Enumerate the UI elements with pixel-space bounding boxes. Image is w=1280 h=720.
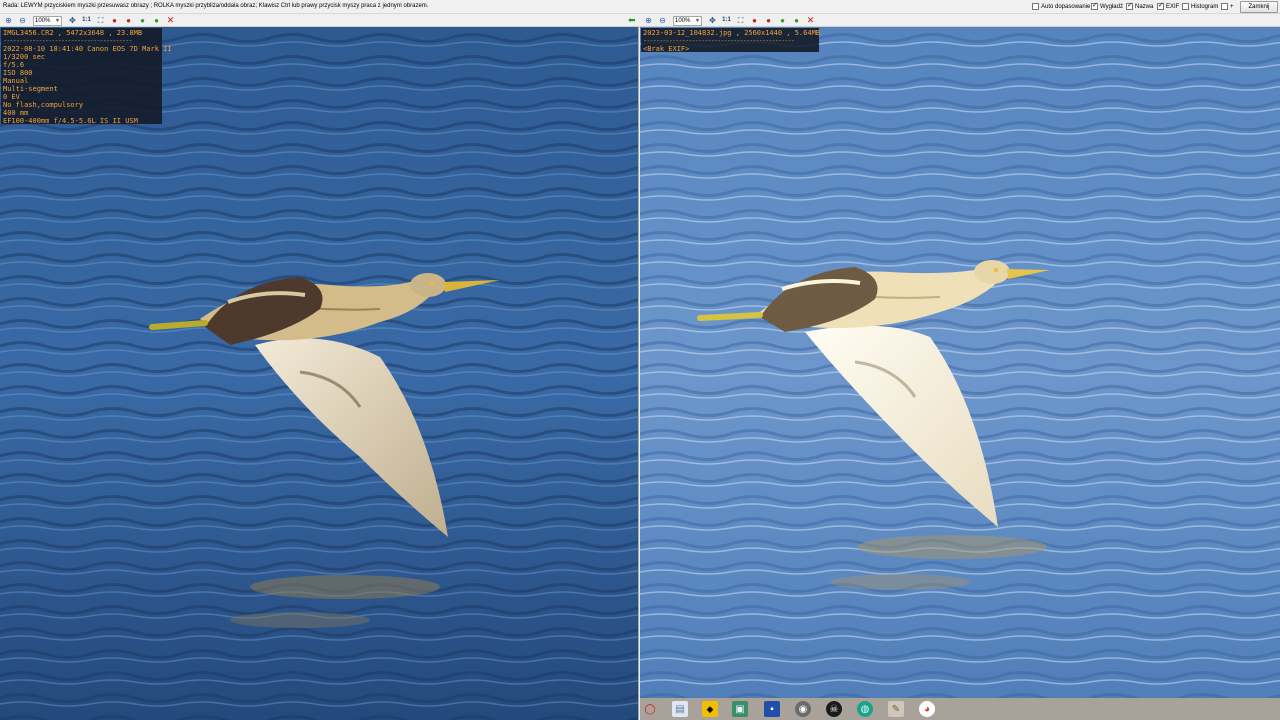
left-exif-separator: ---------------------------------------- xyxy=(3,37,133,45)
save-icon[interactable]: ▪ xyxy=(764,701,780,717)
zoom-in-icon[interactable]: ⊕ xyxy=(3,15,14,26)
right-toolbar: ⊕ ⊖ 100% ▼ ✥ 1:1 ⛶ ● ● ● ● ✕ xyxy=(640,14,1280,27)
left-toolbar: ⊕ ⊖ 100% ▼ ✥ 1:1 ⛶ ● ● ● ● ✕ ⬅ xyxy=(0,14,640,27)
left-one-to-one-button[interactable]: 1:1 xyxy=(81,15,92,26)
image-viewer-icon[interactable]: ▣ xyxy=(732,701,748,717)
previous-image-icon[interactable]: ● xyxy=(137,15,148,26)
name-label: Nazwa xyxy=(1135,3,1154,10)
plus-checkbox[interactable] xyxy=(1221,3,1228,10)
zoom-in-icon[interactable]: ⊕ xyxy=(643,15,654,26)
close-image-icon[interactable]: ✕ xyxy=(805,15,816,26)
exif-focal-length: 400 mm xyxy=(3,109,29,117)
rotate-right-icon[interactable]: ● xyxy=(123,15,134,26)
zoom-out-icon[interactable]: ⊖ xyxy=(17,15,28,26)
exif-option[interactable]: EXIF xyxy=(1157,1,1180,11)
right-zoom-value: 100% xyxy=(675,17,691,24)
left-zoom-select[interactable]: 100% ▼ xyxy=(33,15,62,26)
exif-exposure-mode: Manual xyxy=(3,77,29,85)
notepad-icon[interactable]: ▤ xyxy=(672,701,688,717)
exif-label: EXIF xyxy=(1166,3,1180,10)
earth-icon[interactable]: ◍ xyxy=(857,701,873,717)
name-option[interactable]: Nazwa xyxy=(1126,1,1154,11)
taskbar: ◯ ▤ ◆ ▣ ▪ ◉ ☠ ◍ ✎ ◕ xyxy=(640,698,1280,720)
rotate-left-icon[interactable]: ● xyxy=(109,15,120,26)
gimp-icon[interactable]: ✎ xyxy=(888,701,904,717)
left-file-info: IMGL3456.CR2 , 5472x3648 , 23.8MB xyxy=(3,29,143,37)
exif-date-camera: 2022-08-10 18:41:40 Canon EOS 7D Mark II xyxy=(3,45,172,53)
histogram-checkbox[interactable] xyxy=(1182,3,1189,10)
smoothing-label: Wygładź xyxy=(1100,3,1123,10)
next-image-icon[interactable]: ● xyxy=(791,15,802,26)
fit-window-icon[interactable]: ⛶ xyxy=(735,15,746,26)
exif-shutter: 1/3200 sec xyxy=(3,53,46,61)
zoom-out-icon[interactable]: ⊖ xyxy=(657,15,668,26)
right-image-pane[interactable]: 2023-03-12_104832.jpg , 2560x1440 , 5.64… xyxy=(640,27,1280,720)
rotate-right-icon[interactable]: ● xyxy=(763,15,774,26)
globe-icon[interactable]: ◉ xyxy=(795,701,811,717)
exif-flash: No flash,compulsory xyxy=(3,101,84,109)
chevron-down-icon: ▼ xyxy=(55,17,60,24)
opera-icon[interactable]: ◯ xyxy=(642,701,658,717)
plus-option[interactable]: + xyxy=(1221,3,1234,10)
exif-exposure-bias: 0 EV xyxy=(3,93,20,101)
left-exif-overlay: IMGL3456.CR2 , 5472x3648 , 23.8MB ------… xyxy=(1,28,172,125)
chrome-icon[interactable]: ◕ xyxy=(919,701,935,717)
histogram-label: Histogram xyxy=(1191,3,1219,10)
rotate-left-icon[interactable]: ● xyxy=(749,15,760,26)
right-zoom-select[interactable]: 100% ▼ xyxy=(673,15,702,26)
exif-lens: EF100-400mm f/4.5-5.6L IS II USM xyxy=(3,117,138,125)
right-exif-separator: ----------------------------------------… xyxy=(643,37,795,45)
right-photo xyxy=(640,27,1280,720)
previous-image-icon[interactable]: ● xyxy=(777,15,788,26)
right-file-info: 2023-03-12_104832.jpg , 2560x1440 , 5.64… xyxy=(643,29,821,37)
skull-icon[interactable]: ☠ xyxy=(826,701,842,717)
left-photo xyxy=(0,27,638,720)
plus-label: + xyxy=(1230,3,1234,10)
next-image-icon[interactable]: ● xyxy=(151,15,162,26)
histogram-option[interactable]: Histogram xyxy=(1182,3,1218,10)
left-zoom-value: 100% xyxy=(35,17,51,24)
auto-fit-checkbox[interactable] xyxy=(1032,3,1039,10)
smoothing-option[interactable]: Wygładź xyxy=(1091,1,1123,11)
right-one-to-one-button[interactable]: 1:1 xyxy=(721,15,732,26)
fit-arrows-icon[interactable]: ✥ xyxy=(707,15,718,26)
fit-arrows-icon[interactable]: ✥ xyxy=(67,15,78,26)
exif-aperture: f/5.6 xyxy=(3,61,25,69)
hint-text: Rada: LEWYM przyciskiem myszki przesuwas… xyxy=(3,3,429,9)
right-exif-overlay: 2023-03-12_104832.jpg , 2560x1440 , 5.64… xyxy=(641,28,821,53)
sync-arrow-icon[interactable]: ⬅ xyxy=(628,15,636,26)
batman-icon[interactable]: ◆ xyxy=(702,701,718,717)
close-image-icon[interactable]: ✕ xyxy=(165,15,176,26)
name-checkbox[interactable] xyxy=(1126,1,1133,11)
exif-iso: ISO 800 xyxy=(3,69,33,77)
exif-metering: Multi-segment xyxy=(3,85,58,93)
hint-bar: Rada: LEWYM przyciskiem myszki przesuwas… xyxy=(0,0,1280,14)
auto-fit-label: Auto dopasowanie xyxy=(1041,3,1091,10)
chevron-down-icon: ▼ xyxy=(695,17,700,24)
smoothing-checkbox[interactable] xyxy=(1091,1,1098,11)
auto-fit-option[interactable]: Auto dopasowanie xyxy=(1032,3,1090,10)
exif-checkbox[interactable] xyxy=(1157,1,1164,11)
left-image-pane[interactable]: IMGL3456.CR2 , 5472x3648 , 23.8MB ------… xyxy=(0,27,639,720)
fit-window-icon[interactable]: ⛶ xyxy=(95,15,106,26)
close-button[interactable]: Zamknij xyxy=(1240,1,1278,13)
no-exif-label: <Brak EXIF> xyxy=(643,45,690,53)
